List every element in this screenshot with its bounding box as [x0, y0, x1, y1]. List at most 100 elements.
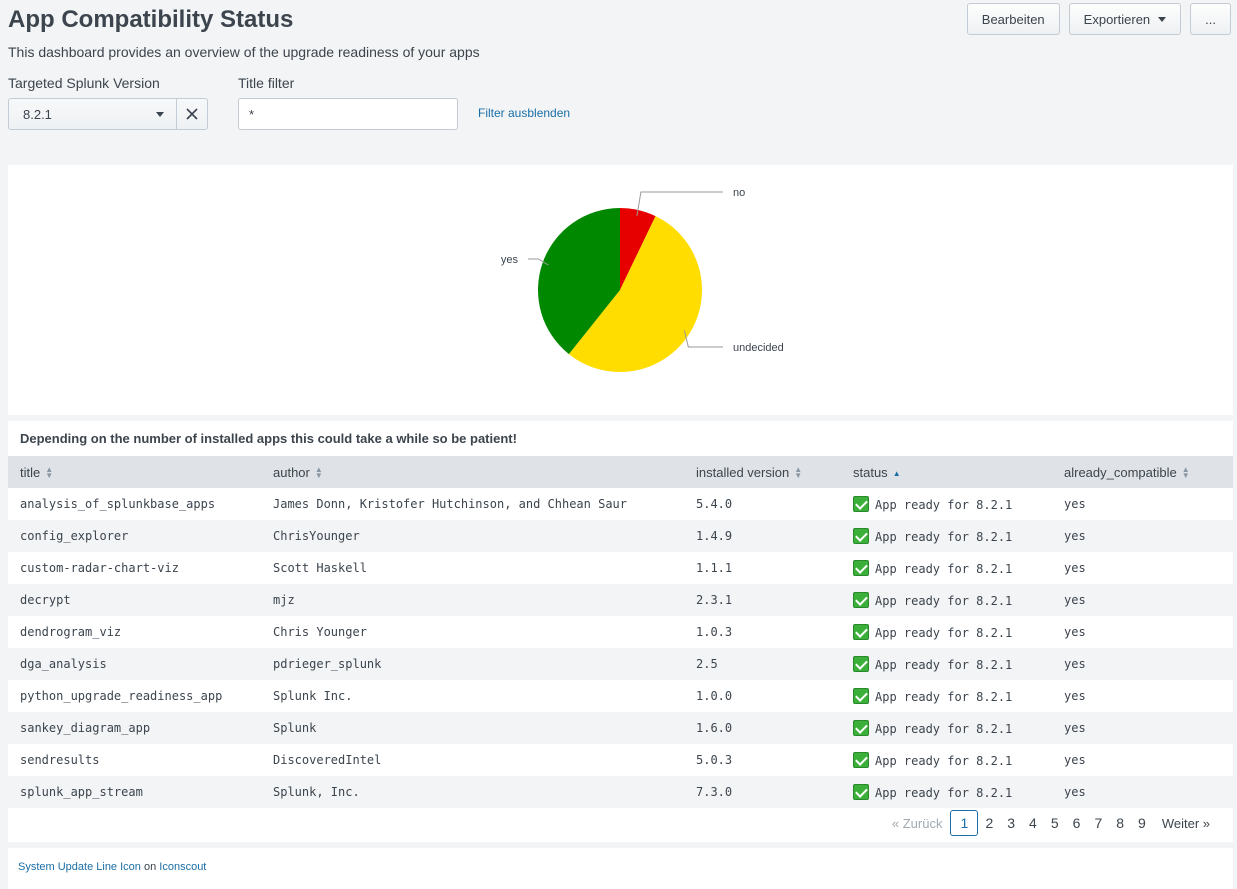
results-table: title ▲ ▼ author ▲ ▼ installed version ▲ ▼ sta…	[8, 456, 1233, 808]
page-link-4[interactable]: 4	[1022, 815, 1044, 831]
title-filter-label: Title filter	[238, 75, 295, 91]
column-header-status[interactable]: status ▲	[841, 456, 1052, 488]
chevron-down-icon	[156, 111, 164, 117]
cell-title: analysis_of_splunkbase_apps	[8, 488, 261, 520]
table-row[interactable]: custom-radar-chart-viz Scott Haskell 1.1.1…	[8, 552, 1233, 584]
cell-author: Scott Haskell	[261, 552, 684, 584]
results-panel: Depending on the number of installed app…	[8, 421, 1233, 842]
table-title: Depending on the number of installed app…	[20, 431, 517, 446]
cell-version: 1.0.3	[684, 616, 841, 648]
pie-leader-line	[636, 191, 723, 216]
table-row[interactable]: sendresults DiscoveredIntel 5.0.3 App ready…	[8, 744, 1233, 776]
table-row[interactable]: splunk_app_stream Splunk, Inc. 7.3.0 App re…	[8, 776, 1233, 808]
version-value: 8.2.1	[23, 106, 52, 122]
iconscout-link[interactable]: Iconscout	[159, 861, 206, 873]
table-row[interactable]: dga_analysis pdrieger_splunk 2.5 App ready …	[8, 648, 1233, 680]
page-title: App Compatibility Status	[8, 6, 294, 33]
cell-version: 1.0.0	[684, 680, 841, 712]
table-row[interactable]: analysis_of_splunkbase_apps James Donn, K…	[8, 488, 1233, 520]
table-row[interactable]: sankey_diagram_app Splunk 1.6.0 App ready f…	[8, 712, 1233, 744]
footer: System Update Line Icon on Iconscout	[8, 848, 1233, 889]
page-link-5[interactable]: 5	[1044, 815, 1066, 831]
table-row[interactable]: dendrogram_viz Chris Younger 1.0.3 App read…	[8, 616, 1233, 648]
icon-credit-link[interactable]: System Update Line Icon	[18, 861, 141, 873]
cell-compatible: yes	[1052, 712, 1233, 744]
export-button[interactable]: Exportieren	[1068, 3, 1182, 35]
cell-status: App ready for 8.2.1	[841, 648, 1052, 680]
page-description: This dashboard provides an overview of t…	[8, 44, 480, 60]
cell-compatible: yes	[1052, 520, 1233, 552]
cell-status: App ready for 8.2.1	[841, 616, 1052, 648]
cell-author: pdrieger_splunk	[261, 648, 684, 680]
next-page-link[interactable]: Weiter »	[1153, 816, 1217, 831]
title-filter-input[interactable]	[238, 98, 458, 130]
cell-title: custom-radar-chart-viz	[8, 552, 261, 584]
page-link-1[interactable]: 1	[950, 810, 979, 836]
cell-compatible: yes	[1052, 680, 1233, 712]
cell-author: Splunk Inc.	[261, 680, 684, 712]
cell-author: DiscoveredIntel	[261, 744, 684, 776]
more-button[interactable]: ...	[1190, 3, 1231, 35]
cell-title: splunk_app_stream	[8, 776, 261, 808]
hide-filters-link[interactable]: Filter ausblenden	[478, 106, 570, 120]
page-link-9[interactable]: 9	[1131, 815, 1153, 831]
cell-status: App ready for 8.2.1	[841, 584, 1052, 616]
cell-version: 1.1.1	[684, 552, 841, 584]
cell-title: decrypt	[8, 584, 261, 616]
cell-compatible: yes	[1052, 584, 1233, 616]
checkmark-icon	[853, 656, 869, 672]
cell-status: App ready for 8.2.1	[841, 744, 1052, 776]
cell-version: 5.0.3	[684, 744, 841, 776]
export-label: Exportieren	[1083, 11, 1151, 27]
pagination: « Zurück 1 2 3 4 5 6 7 8 9 Weiter »	[885, 810, 1217, 836]
table-row[interactable]: python_upgrade_readiness_app Splunk Inc. 1…	[8, 680, 1233, 712]
checkmark-icon	[853, 688, 869, 704]
cell-compatible: yes	[1052, 488, 1233, 520]
cell-title: dga_analysis	[8, 648, 261, 680]
column-header-already-compatible[interactable]: already_compatible ▲ ▼	[1052, 456, 1233, 488]
cell-status: App ready for 8.2.1	[841, 712, 1052, 744]
cell-compatible: yes	[1052, 648, 1233, 680]
page-link-3[interactable]: 3	[1000, 815, 1022, 831]
cell-title: python_upgrade_readiness_app	[8, 680, 261, 712]
clear-button[interactable]	[176, 99, 207, 129]
cell-compatible: yes	[1052, 616, 1233, 648]
cell-author: Splunk	[261, 712, 684, 744]
edit-button[interactable]: Bearbeiten	[966, 3, 1060, 35]
page-link-7[interactable]: 7	[1087, 815, 1109, 831]
cell-title: dendrogram_viz	[8, 616, 261, 648]
cell-version: 5.4.0	[684, 488, 841, 520]
checkmark-icon	[853, 592, 869, 608]
column-header-installed-version[interactable]: installed version ▲ ▼	[684, 456, 841, 488]
pie-chart[interactable]: no undecided yes	[8, 165, 1233, 415]
prev-page-link: « Zurück	[891, 815, 943, 831]
cell-version: 2.3.1	[684, 584, 841, 616]
cell-version: 1.4.9	[684, 520, 841, 552]
cell-compatible: yes	[1052, 776, 1233, 808]
cell-status: App ready for 8.2.1	[841, 776, 1052, 808]
page-link-6[interactable]: 6	[1066, 815, 1088, 831]
pie-label: no	[733, 187, 745, 199]
column-header-author[interactable]: author ▲ ▼	[261, 456, 684, 488]
version-select[interactable]: 8.2.1	[8, 98, 208, 130]
cell-author: Chris Younger	[261, 616, 684, 648]
close-icon	[186, 108, 198, 120]
cell-version: 1.6.0	[684, 712, 841, 744]
cell-compatible: yes	[1052, 744, 1233, 776]
cell-title: config_explorer	[8, 520, 261, 552]
cell-author: James Donn, Kristofer Hutchinson, and Ch…	[261, 488, 684, 520]
footer-on-text: on	[143, 861, 157, 873]
page-link-2[interactable]: 2	[978, 815, 1000, 831]
checkmark-icon	[853, 560, 869, 576]
table-row[interactable]: config_explorer ChrisYounger 1.4.9 App read…	[8, 520, 1233, 552]
page-link-8[interactable]: 8	[1109, 815, 1131, 831]
pie-chart-panel: no undecided yes	[8, 165, 1233, 415]
table-row[interactable]: decrypt mjz 2.3.1 App ready for 8.2.1 yes	[8, 584, 1233, 616]
column-header-title[interactable]: title ▲ ▼	[8, 456, 261, 488]
cell-author: ChrisYounger	[261, 520, 684, 552]
pie-leader-line	[683, 330, 723, 348]
checkmark-icon	[853, 784, 869, 800]
cell-compatible: yes	[1052, 552, 1233, 584]
cell-version: 7.3.0	[684, 776, 841, 808]
cell-title: sendresults	[8, 744, 261, 776]
